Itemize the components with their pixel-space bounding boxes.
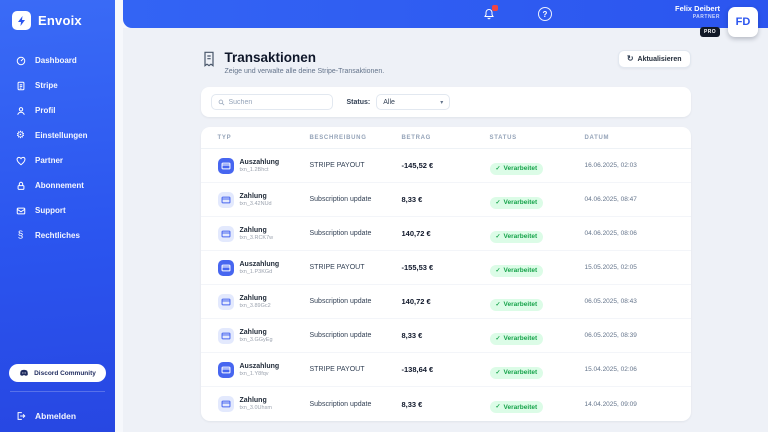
table-row: Auszahlung txn_1.P3KGd STRIPE PAYOUT -15… [200, 251, 691, 285]
card-icon [217, 396, 234, 412]
column-header-betrag: BETRAG [401, 134, 432, 141]
table-row: Auszahlung txn_1.Y8fqv STRIPE PAYOUT -13… [200, 353, 691, 387]
notifications-button[interactable] [482, 5, 498, 21]
refresh-button[interactable]: ↻ Aktualisieren [617, 50, 691, 68]
notification-badge [492, 5, 498, 11]
refresh-icon: ↻ [626, 54, 634, 63]
table-row: Zahlung txn_3.0Uhsm Subscription update … [201, 387, 691, 421]
sidebar-item-partner[interactable]: Partner [0, 148, 115, 173]
logout-button[interactable]: Abmelden [15, 410, 76, 421]
document-icon [15, 80, 26, 91]
discord-community-button[interactable]: Discord Community [9, 364, 106, 382]
table-row: Zahlung txn_3.RCK7w Subscription update … [200, 217, 691, 251]
user-role: PARTNER [692, 14, 720, 20]
sidebar-item-dashboard[interactable]: Dashboard [0, 48, 115, 73]
brand-name: Envoix [38, 13, 82, 28]
page-header: Transaktionen Zeige und verwalte alle de… [201, 50, 691, 75]
status-badge: ✓ Verarbeitet [489, 230, 544, 243]
check-icon: ✓ [495, 233, 501, 240]
sidebar-item-einstellungen[interactable]: ⚙ Einstellungen [0, 123, 115, 148]
status-badge: ✓ Verarbeitet [489, 196, 544, 209]
gear-icon: ⚙ [16, 129, 25, 141]
receipt-icon [203, 51, 214, 67]
status-badge: ✓ Verarbeitet [489, 298, 544, 311]
user-name: Felix Deibert [674, 4, 720, 13]
sidebar: Envoix Dashboard Stripe Profil ⚙ Einstel… [0, 0, 115, 432]
card-icon [217, 191, 234, 208]
table-row: Zahlung txn_3.42NUd Subscription update … [200, 183, 691, 217]
discord-icon [20, 369, 28, 376]
help-button[interactable]: ? [538, 7, 552, 21]
table-header: TYP BESCHREIBUNG BETRAG STATUS DATUM [200, 127, 691, 149]
check-icon: ✓ [495, 165, 501, 172]
search-input[interactable] [228, 98, 326, 106]
sidebar-item-rechtliches[interactable]: § Rechtliches [0, 223, 115, 248]
sidebar-item-abonnement[interactable]: Abonnement [0, 173, 115, 198]
card-icon [217, 225, 234, 242]
sidebar-item-stripe[interactable]: Stripe [0, 73, 115, 98]
check-icon: ✓ [495, 267, 501, 274]
avatar[interactable]: FD [728, 7, 758, 37]
table-row: Zahlung txn_3.GGyEg Subscription update … [200, 319, 691, 353]
logout-icon [15, 410, 26, 421]
legal-icon: § [17, 229, 24, 241]
payout-icon [217, 361, 234, 378]
page-title: Transaktionen [224, 50, 317, 65]
user-icon [15, 105, 26, 116]
sidebar-item-profil[interactable]: Profil [0, 98, 115, 123]
status-badge: ✓ Verarbeitet [489, 366, 544, 379]
sidebar-divider [10, 391, 105, 392]
sidebar-nav: Dashboard Stripe Profil ⚙ Einstellungen … [0, 38, 115, 248]
payout-icon [217, 259, 234, 276]
check-icon: ✓ [495, 199, 501, 206]
search-icon [218, 99, 224, 105]
user-info: Felix Deibert PARTNER PRO [675, 4, 720, 38]
transactions-table: TYP BESCHREIBUNG BETRAG STATUS DATUM Aus… [200, 127, 691, 421]
status-filter-label: Status: [346, 98, 371, 106]
chevron-down-icon: ▾ [440, 99, 444, 106]
check-icon: ✓ [495, 301, 501, 308]
check-icon: ✓ [495, 404, 501, 410]
status-badge: ✓ Verarbeitet [489, 162, 544, 175]
main-content: Transaktionen Zeige und verwalte alle de… [123, 28, 768, 432]
sidebar-item-support[interactable]: Support [0, 198, 115, 223]
table-row: Auszahlung txn_1.2Bhct STRIPE PAYOUT -14… [200, 149, 691, 183]
mail-icon [15, 205, 26, 216]
payout-icon [217, 157, 234, 174]
bolt-icon [12, 11, 31, 30]
brand-logo: Envoix [0, 0, 115, 38]
column-header-beschreibung: BESCHREIBUNG [309, 134, 367, 141]
heart-icon [15, 155, 26, 166]
check-icon: ✓ [495, 369, 501, 376]
column-header-datum: DATUM [584, 134, 610, 141]
help-icon: ? [542, 9, 548, 19]
table-row: Zahlung txn_3.89Gc2 Subscription update … [200, 285, 691, 319]
filter-bar: Status: Alle ▾ [200, 87, 691, 117]
lock-icon [15, 180, 26, 191]
card-icon [217, 327, 234, 344]
check-icon: ✓ [495, 335, 501, 342]
status-select[interactable]: Alle ▾ [376, 94, 451, 110]
column-header-typ: TYP [217, 134, 232, 141]
status-badge: ✓ Verarbeitet [489, 401, 544, 413]
column-header-status: STATUS [489, 134, 517, 141]
status-badge: ✓ Verarbeitet [489, 264, 544, 277]
status-badge: ✓ Verarbeitet [489, 332, 544, 345]
plan-badge: PRO [699, 27, 720, 37]
gauge-icon [15, 55, 26, 66]
search-box [210, 94, 333, 110]
top-header: ? Felix Deibert PARTNER PRO FD [123, 0, 768, 37]
page-subtitle: Zeige und verwalte alle deine Stripe-Tra… [224, 68, 385, 75]
card-icon [217, 293, 234, 310]
